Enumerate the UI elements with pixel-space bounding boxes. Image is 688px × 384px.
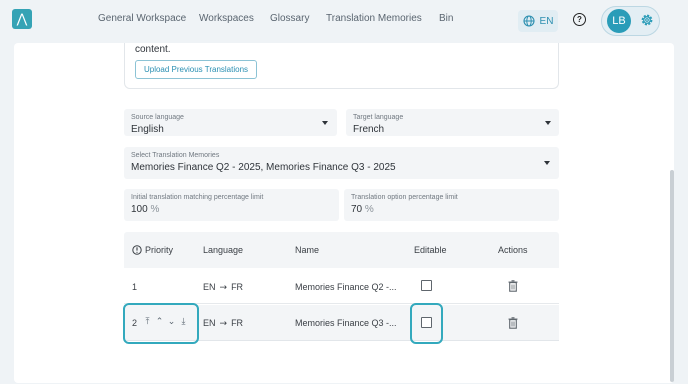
chevron-down-icon: [545, 121, 551, 125]
table-header: Priority Language Name Editable Actions: [124, 232, 559, 268]
language-label: EN: [539, 15, 554, 27]
help-icon[interactable]: ?: [573, 13, 586, 26]
globe-icon: [522, 15, 535, 27]
arrow-right-icon: →: [219, 319, 228, 329]
row-language: EN → FR: [203, 282, 243, 293]
row-name: Memories Finance Q3 -...: [295, 318, 397, 328]
source-language-select[interactable]: Source language English: [124, 109, 337, 136]
source-language-value: English: [131, 124, 164, 135]
card-text: content.: [135, 44, 171, 55]
initial-matching-limit-label: Initial translation matching percentage …: [131, 194, 264, 201]
target-language-select[interactable]: Target language French: [346, 109, 559, 136]
chevron-down-icon: [544, 161, 550, 165]
option-value-number: 70: [351, 204, 363, 215]
nav-bin[interactable]: Bin: [439, 13, 453, 24]
nav-glossary[interactable]: Glossary: [270, 13, 309, 24]
translation-memories-select[interactable]: Select Translation Memories Memories Fin…: [124, 147, 559, 179]
gear-icon[interactable]: [639, 12, 655, 28]
header-actions: Actions: [498, 245, 528, 255]
row-priority: 1: [132, 282, 138, 292]
initial-matching-limit-field[interactable]: Initial translation matching percentage …: [124, 189, 339, 221]
reorder-highlight: [123, 303, 199, 344]
translation-memories-label: Select Translation Memories: [131, 152, 220, 159]
app-logo[interactable]: ⋀: [12, 9, 32, 29]
row-name: Memories Finance Q2 -...: [295, 282, 397, 292]
nav-general-workspace[interactable]: General Workspace: [98, 13, 186, 24]
source-language-label: Source language: [131, 114, 184, 121]
avatar[interactable]: LB: [607, 9, 631, 33]
trash-icon[interactable]: [508, 317, 518, 329]
percent-unit: %: [150, 204, 160, 215]
help-glyph: ?: [577, 15, 582, 24]
upload-card: content. Upload Previous Translations: [124, 43, 559, 89]
option-limit-field[interactable]: Translation option percentage limit 70 %: [344, 189, 559, 221]
lang-to: FR: [231, 282, 244, 292]
header-language: Language: [203, 245, 244, 255]
arrow-right-icon: →: [219, 283, 228, 293]
trash-icon[interactable]: [508, 280, 518, 292]
scrollbar[interactable]: [670, 170, 674, 382]
initial-matching-limit-value: 100 %: [131, 204, 159, 215]
nav-translation-memories[interactable]: Translation Memories: [326, 13, 422, 24]
editable-checkbox[interactable]: [421, 280, 432, 291]
top-bar: ⋀ General Workspace Workspaces Glossary …: [0, 0, 688, 44]
option-limit-value: 70 %: [351, 204, 374, 215]
lang-to: FR: [231, 318, 244, 328]
chevron-down-icon: [322, 121, 328, 125]
language-button[interactable]: EN: [518, 10, 558, 32]
checkbox-highlight: [410, 303, 443, 344]
translation-memories-value: Memories Finance Q2 - 2025, Memories Fin…: [131, 162, 396, 173]
target-language-value: French: [353, 124, 385, 135]
target-language-label: Target language: [353, 114, 404, 121]
upload-previous-translations-button[interactable]: Upload Previous Translations: [135, 60, 257, 79]
row-language: EN → FR: [203, 318, 243, 329]
initial-value-number: 100: [131, 204, 148, 215]
avatar-initials: LB: [612, 15, 626, 27]
header-priority: Priority: [145, 245, 174, 255]
logo-glyph: ⋀: [16, 11, 28, 27]
lang-from: EN: [203, 282, 216, 292]
percent-unit: %: [364, 204, 374, 215]
option-limit-label: Translation option percentage limit: [351, 194, 458, 201]
header-name: Name: [295, 245, 320, 255]
info-icon: [132, 245, 142, 255]
lang-from: EN: [203, 318, 216, 328]
table-row: 1 EN → FR Memories Finance Q2 -...: [124, 268, 559, 304]
nav-workspaces[interactable]: Workspaces: [199, 13, 254, 24]
header-editable: Editable: [414, 245, 447, 255]
